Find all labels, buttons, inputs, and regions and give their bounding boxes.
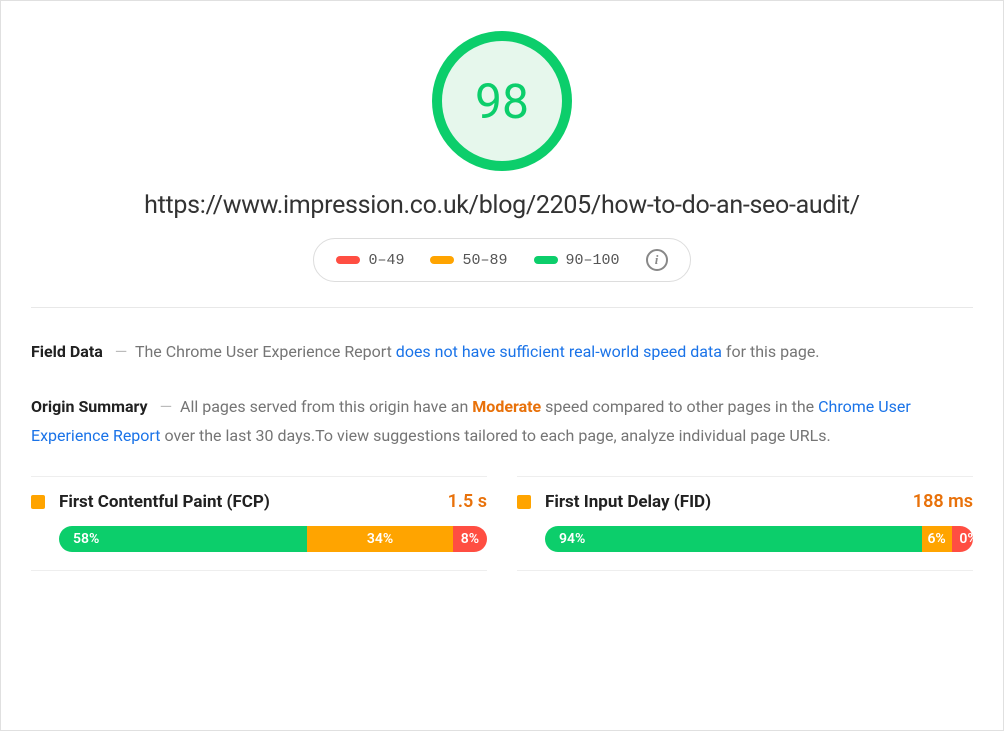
score-legend: 0–49 50–89 90–100 i — [313, 238, 690, 282]
metric-fcp-distribution: 58% 34% 8% — [59, 526, 487, 552]
metric-fcp-chip-icon — [31, 495, 45, 509]
origin-summary-paragraph: Origin Summary — All pages served from t… — [31, 393, 973, 451]
score-section: 98 https://www.impression.co.uk/blog/220… — [31, 21, 973, 308]
fid-seg-orange: 6% — [922, 526, 952, 552]
legend-good-label: 90–100 — [566, 252, 620, 269]
metric-fid-distribution: 94% 6% 0% — [545, 526, 973, 552]
metric-fid-name: First Input Delay (FID) — [545, 492, 913, 512]
legend-average: 50–89 — [430, 252, 507, 269]
legend-good: 90–100 — [534, 252, 620, 269]
metric-fcp-header: First Contentful Paint (FCP) 1.5 s — [31, 491, 487, 512]
metrics-row: First Contentful Paint (FCP) 1.5 s 58% 3… — [31, 476, 973, 571]
fid-seg-red: 0% — [952, 526, 973, 552]
metric-fcp-value: 1.5 s — [448, 491, 487, 512]
fcp-seg-green: 58% — [59, 526, 307, 552]
field-data-dash: — — [115, 342, 128, 361]
fid-seg-green: 94% — [545, 526, 922, 552]
metric-fcp-name: First Contentful Paint (FCP) — [59, 492, 448, 512]
metric-fid-chip-icon — [517, 495, 531, 509]
origin-summary-label: Origin Summary — [31, 397, 148, 416]
field-data-suffix: for this page. — [726, 342, 820, 361]
legend-poor-label: 0–49 — [368, 252, 404, 269]
fcp-seg-red: 8% — [453, 526, 487, 552]
origin-summary-level: Moderate — [472, 397, 541, 416]
swatch-red-icon — [336, 256, 360, 264]
origin-summary-suffix: over the last 30 days.To view suggestion… — [164, 426, 830, 445]
field-data-prefix: The Chrome User Experience Report — [135, 342, 396, 361]
origin-summary-prefix: All pages served from this origin have a… — [180, 397, 472, 416]
legend-average-label: 50–89 — [462, 252, 507, 269]
fcp-seg-orange: 34% — [307, 526, 453, 552]
metric-fid-header: First Input Delay (FID) 188 ms — [517, 491, 973, 512]
score-gauge: 98 — [432, 31, 572, 171]
swatch-orange-icon — [430, 256, 454, 264]
metric-fid-value: 188 ms — [913, 491, 973, 512]
audited-url: https://www.impression.co.uk/blog/2205/h… — [144, 191, 860, 220]
swatch-green-icon — [534, 256, 558, 264]
metric-fcp: First Contentful Paint (FCP) 1.5 s 58% 3… — [31, 476, 487, 571]
field-data-link[interactable]: does not have sufficient real-world spee… — [396, 342, 722, 361]
metric-fid: First Input Delay (FID) 188 ms 94% 6% 0% — [517, 476, 973, 571]
field-data-paragraph: Field Data — The Chrome User Experience … — [31, 338, 973, 367]
score-value: 98 — [475, 73, 529, 130]
origin-summary-mid: speed compared to other pages in the — [545, 397, 818, 416]
legend-poor: 0–49 — [336, 252, 404, 269]
info-icon[interactable]: i — [646, 249, 668, 271]
body-section: Field Data — The Chrome User Experience … — [31, 308, 973, 571]
origin-summary-dash: — — [160, 397, 173, 416]
field-data-label: Field Data — [31, 342, 103, 361]
